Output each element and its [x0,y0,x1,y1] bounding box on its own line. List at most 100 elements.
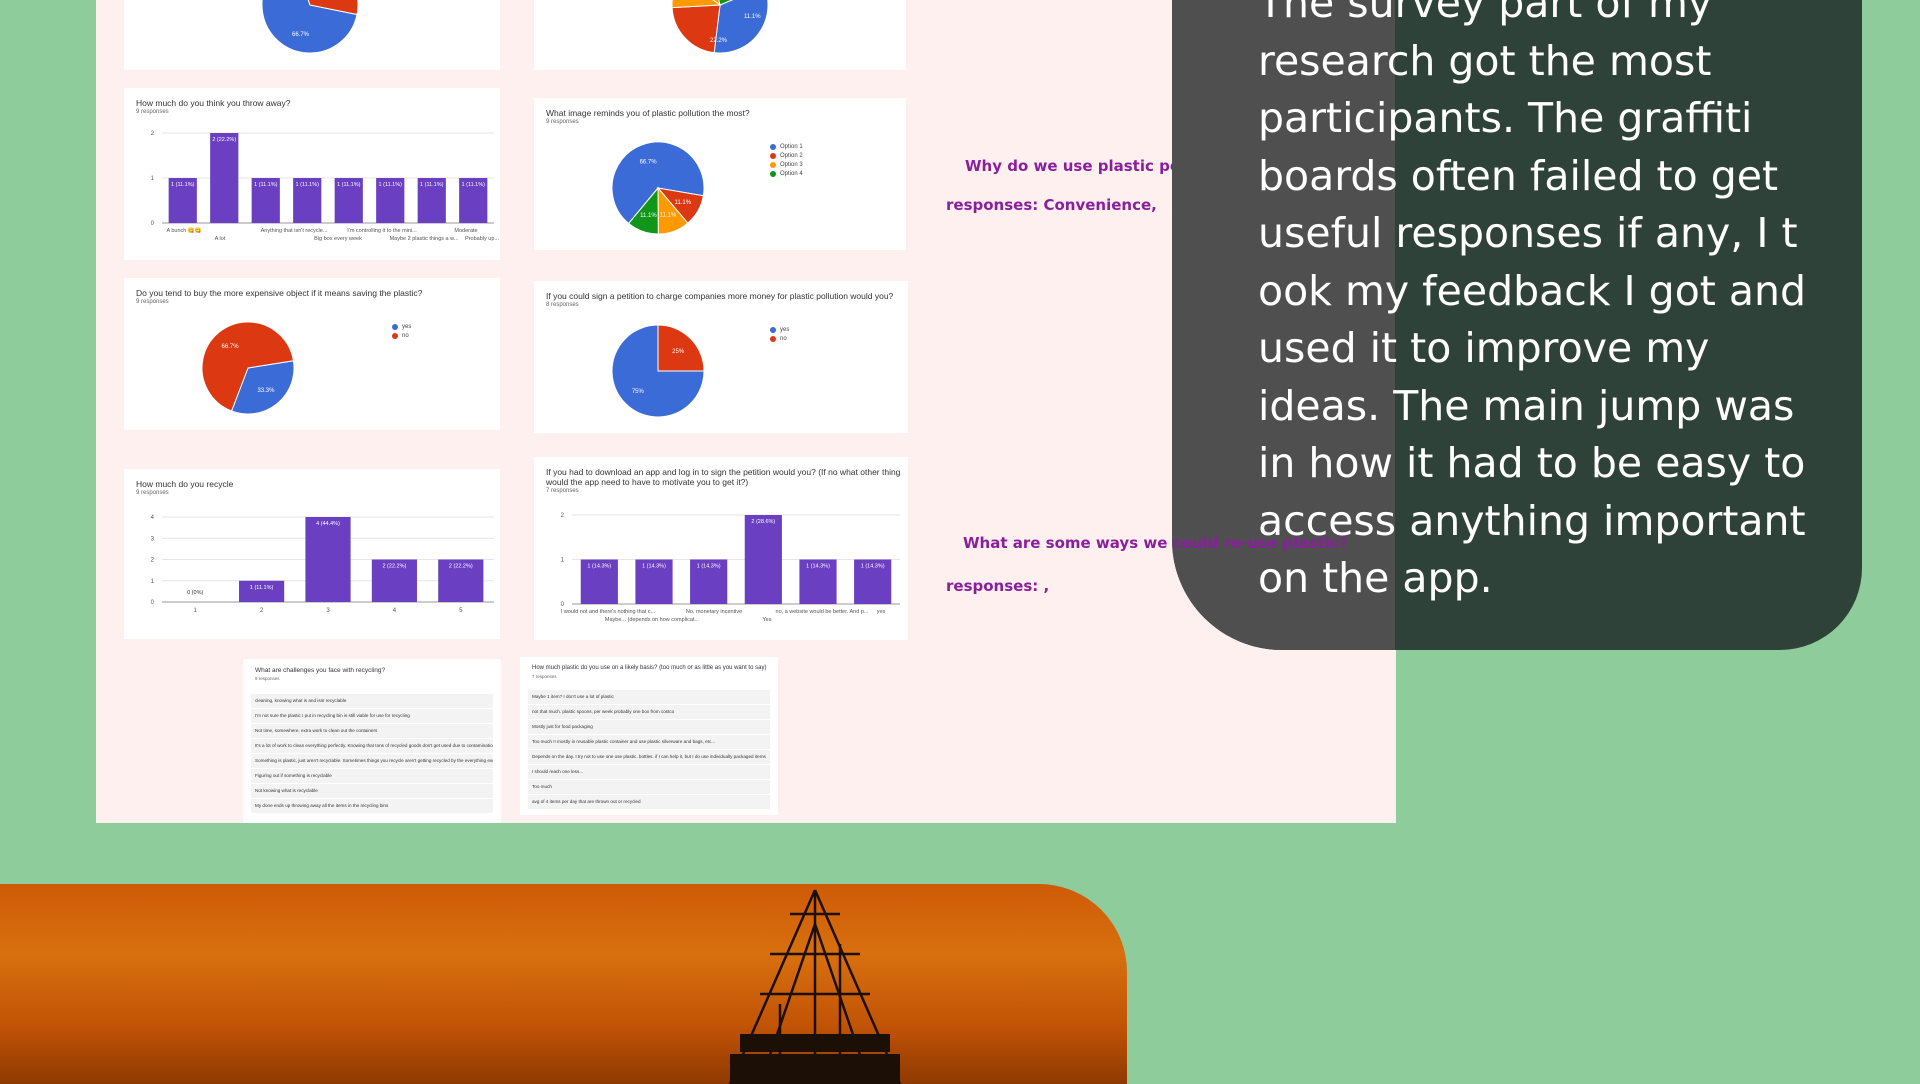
x-tick-label: Anything that isn't recycle... [261,228,328,234]
bar [744,515,782,604]
card-recycle: How much do you recycle 9 responses 0123… [124,469,500,639]
bar-data-label: 1 (11.1%) [254,182,278,188]
slice-label: 25% [672,349,685,355]
y-tick-label: 2 [561,513,565,519]
sunset-ship-photo [0,884,1127,1084]
x-tick-label: 4 [393,608,397,614]
pie-chart-top-left: 66.7% [261,0,359,54]
card-image-pollution: What image reminds you of plastic pollut… [534,98,906,250]
x-tick-label: 3 [326,608,330,614]
response-why-plastic: responses: Convenience, [946,196,1157,214]
response-item: My done ends up throwing away all the it… [251,799,493,813]
pie-chart-petition: 25% 75% [611,324,705,418]
x-tick-label: 2 [260,608,264,614]
panel-text: The survey part of my research got the m… [1258,0,1807,602]
response-item: Maybe 1 item? I don't use a lot of plast… [528,690,770,704]
chart-responses: 9 responses [255,676,280,681]
response-item: It's a lot of work to clean everything p… [251,739,493,753]
bar-data-label: 1 (14.3%) [642,564,666,570]
slice-label: 33.3% [257,388,275,394]
bar-data-label: 1 (14.3%) [587,564,611,570]
x-tick-label: I'm controlling it to the mini... [347,228,417,234]
bar-data-label: 4 (44.4%) [316,521,340,527]
bar-chart-app-petition: 0 1 2 1 (14.3%) 1 (14.3%) 1 (14.3%) 2 (28.6%) 1… [561,513,900,623]
response-item: Not knowing what is recyclable [251,784,493,798]
legend-label: yes [780,327,790,333]
x-tick-label: Maybe... (depends on how complicat... [605,617,700,623]
response-item: avg of 4 items per day that are thrown o… [528,795,770,809]
legend-swatch [770,162,776,168]
slice-label: 22.2% [710,38,728,44]
chart-title: What are challenges you face with recycl… [255,667,386,674]
legend-item: yes [770,327,789,333]
legend-label: Option 4 [780,171,803,177]
bar-data-label: 1 (11.1%) [296,182,320,188]
response-item: not that much. plastic spoons, per week … [528,705,770,719]
bar-data-label: 2 (28.6%) [751,519,775,525]
response-item: Figuring out if something is recyclable [251,769,493,783]
y-tick-label: 0 [151,600,155,606]
bar [305,517,351,602]
bar-data-label: 1 (11.1%) [420,182,444,188]
legend-swatch [770,336,776,342]
legend-item: Option 2 [770,153,803,159]
legend-swatch [770,327,776,333]
x-tick-label: A lot [215,236,226,242]
slice-label: 66.7% [292,32,310,38]
legend-label: Option 2 [780,153,803,159]
response-item: Mostly just for food packaging [528,720,770,734]
y-tick-label: 0 [151,221,155,227]
x-tick-label: Big box every week [314,236,362,242]
y-tick-label: 1 [151,176,155,182]
legend-swatch [392,324,398,330]
y-tick-label: 0 [561,602,565,608]
chart-responses: 7 responses [532,674,557,679]
y-tick-label: 1 [151,579,155,585]
x-tick-label: Maybe 2 plastic things a w... [390,236,459,242]
bar-data-label: 1 (14.3%) [806,564,830,570]
x-tick-label: Moderate [454,228,477,234]
legend-swatch [770,171,776,177]
slice-label: 11.1% [660,213,677,219]
x-tick-label: yes [877,609,886,615]
bar-data-label: 1 (14.3%) [697,564,721,570]
slice-label: 11.1% [744,14,761,20]
bar-data-label: 2 (22.2%) [212,137,236,143]
pie-slice [713,0,769,54]
y-tick-label: 2 [151,558,155,564]
x-tick-label: A bunch 😋😋 [166,227,201,234]
bar-data-label: 1 (11.1%) [379,182,403,188]
pie-slice [671,4,721,54]
chart-legend: Option 1 Option 2 Option 3 Option 4 [770,144,803,180]
x-tick-label: 1 [194,608,198,614]
card-expensive: Do you tend to buy the more expensive ob… [124,278,500,430]
bar-data-label: 2 (22.2%) [449,564,473,570]
response-item: Too much !! mostly in reusable plastic c… [528,735,770,749]
legend-swatch [770,153,776,159]
x-tick-label: I would not and there's nothing that c..… [561,609,656,615]
bar [210,133,239,223]
legend-label: Option 3 [780,162,803,168]
card-top-left-pie: 66.7% [124,0,500,70]
chart-legend: yes no [770,327,789,345]
card-petition: If you could sign a petition to charge c… [534,281,908,433]
bar-data-label: 1 (11.1%) [250,585,274,591]
response-item: Depends on the day. I try not to use one… [528,750,770,764]
legend-label: yes [402,324,412,330]
legend-swatch [770,144,776,150]
response-item: cleaning, knowing what is and isnt recyc… [251,694,493,708]
bar-data-label: 2 (22.2%) [382,564,406,570]
bar-data-label: 1 (11.1%) [337,182,361,188]
y-tick-label: 1 [561,558,565,564]
y-tick-label: 3 [151,536,155,542]
chart-title: How much plastic do you use on a likely … [532,665,767,671]
legend-label: no [402,333,409,339]
legend-item: no [392,333,411,339]
legend-swatch [392,333,398,339]
bar-data-label: 1 (14.3%) [861,564,885,570]
chart-legend: yes no [392,324,411,342]
card-challenges: What are challenges you face with recycl… [243,659,501,823]
slice-label: 75% [632,389,645,395]
ship-silhouette [728,889,902,1084]
slice-label: 66.7% [640,159,658,165]
